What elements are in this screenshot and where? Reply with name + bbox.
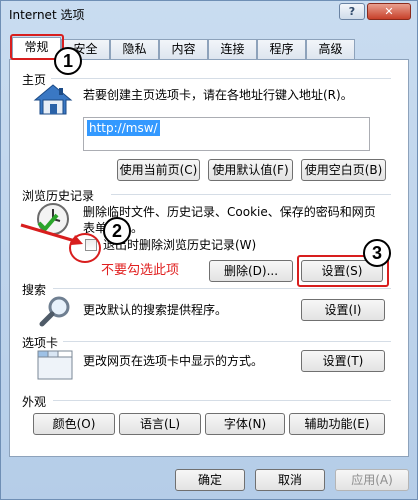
- step-1-marker: 1: [54, 47, 82, 75]
- magnifier-icon: [39, 296, 70, 327]
- appearance-separator: [53, 400, 391, 401]
- search-separator: [53, 288, 391, 289]
- apply-button[interactable]: 应用(A): [335, 469, 409, 491]
- help-button[interactable]: ?: [339, 3, 365, 20]
- close-button[interactable]: ✕: [367, 3, 411, 20]
- delete-history-button[interactable]: 删除(D)...: [209, 260, 293, 282]
- languages-button[interactable]: 语言(L): [119, 413, 201, 435]
- homepage-url-text: http://msw/: [87, 120, 160, 136]
- history-description-line1: 删除临时文件、历史记录、Cookie、保存的密码和网页: [83, 205, 376, 219]
- fonts-button[interactable]: 字体(N): [205, 413, 285, 435]
- tab-advanced[interactable]: 高级: [306, 39, 355, 59]
- window-title: Internet 选项: [9, 8, 85, 22]
- step-2-marker: 2: [103, 217, 131, 245]
- homepage-separator: [51, 78, 391, 79]
- ok-button[interactable]: 确定: [175, 469, 245, 491]
- homepage-description: 若要创建主页选项卡，请在各地址行键入地址(R)。: [83, 88, 353, 102]
- use-blank-button[interactable]: 使用空白页(B): [301, 159, 386, 181]
- tabs-settings-button[interactable]: 设置(T): [301, 350, 385, 372]
- use-current-button[interactable]: 使用当前页(C): [117, 159, 200, 181]
- use-default-button[interactable]: 使用默认值(F): [208, 159, 293, 181]
- colors-button[interactable]: 颜色(O): [33, 413, 115, 435]
- tabs-window-icon: [37, 350, 73, 380]
- search-description: 更改默认的搜索提供程序。: [83, 303, 228, 317]
- tabs-separator: [63, 341, 391, 342]
- accessibility-button[interactable]: 辅助功能(E): [289, 413, 385, 435]
- step-3-marker: 3: [363, 239, 391, 267]
- tab-content[interactable]: 内容: [159, 39, 208, 59]
- tab-privacy[interactable]: 隐私: [110, 39, 159, 59]
- search-settings-button[interactable]: 设置(I): [301, 299, 385, 321]
- highlight-checkbox: [69, 233, 101, 263]
- warning-note: 不要勾选此项: [101, 263, 180, 278]
- appearance-section-label: 外观: [22, 395, 47, 409]
- tab-connections[interactable]: 连接: [208, 39, 257, 59]
- homepage-textarea[interactable]: http://msw/: [83, 117, 370, 151]
- history-separator: [111, 194, 391, 195]
- tabs-description: 更改网页在选项卡中显示的方式。: [83, 354, 264, 368]
- internet-options-dialog: Internet 选项 ? ✕ 常规 安全 隐私 内容 连接 程序 高级 1 主…: [0, 0, 418, 500]
- title-bar: Internet 选项 ? ✕: [1, 1, 417, 27]
- cancel-button[interactable]: 取消: [255, 469, 325, 491]
- tab-programs[interactable]: 程序: [257, 39, 306, 59]
- house-icon: [33, 84, 73, 115]
